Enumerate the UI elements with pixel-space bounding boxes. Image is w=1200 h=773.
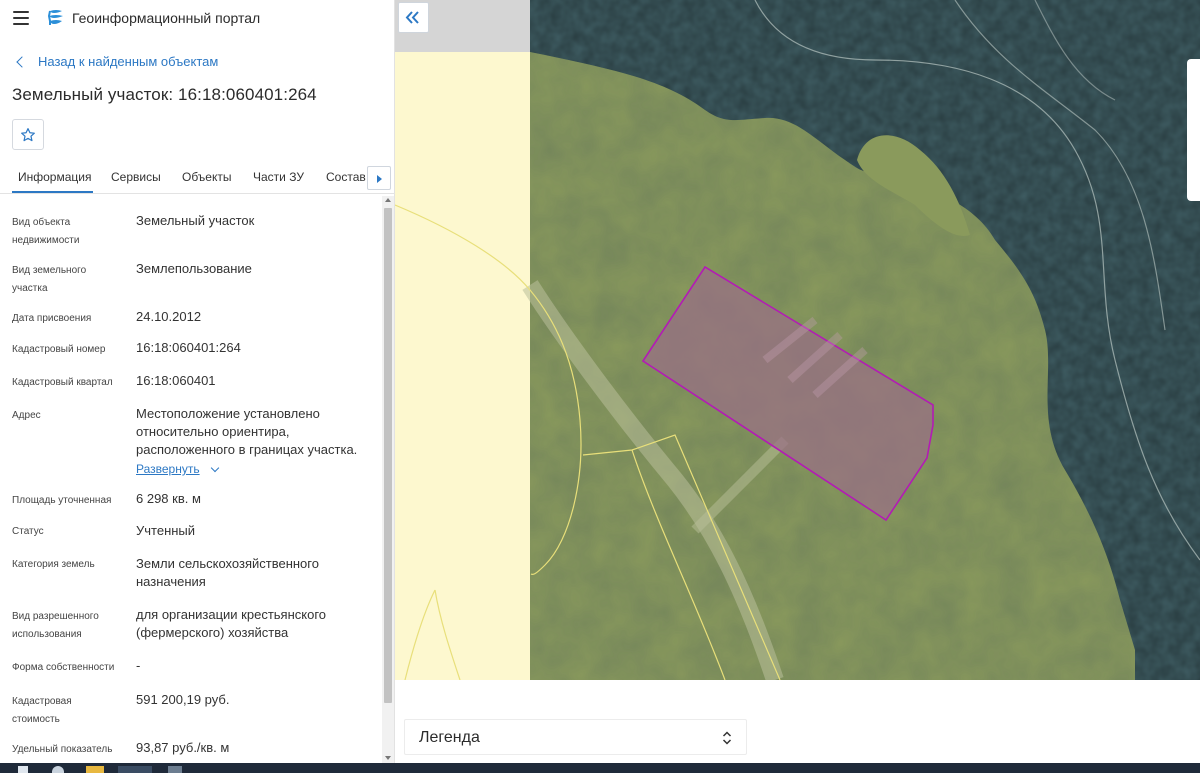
star-outline-icon	[21, 127, 35, 141]
property-label: Дата присвоения	[12, 313, 92, 324]
property-value: 591 200,19 руб.	[136, 692, 230, 707]
favorite-button[interactable]	[12, 119, 44, 150]
tab-information[interactable]: Информация	[18, 170, 91, 184]
property-label: Кадастровый квартал	[12, 377, 113, 388]
property-label: Вид земельного участка	[12, 265, 87, 294]
cream-zone	[395, 52, 530, 680]
property-label: Удельный показатель	[12, 744, 113, 755]
property-value: 6 298 кв. м	[136, 491, 201, 506]
search-icon[interactable]	[52, 766, 64, 773]
double-chevron-left-icon	[405, 11, 419, 24]
property-value: Местоположение установлено относительно …	[136, 406, 358, 457]
scroll-thumb[interactable]	[384, 208, 392, 703]
side-toolbar-handle[interactable]	[1187, 59, 1200, 201]
tab-parts[interactable]: Части ЗУ	[253, 170, 304, 184]
expand-address-link[interactable]: Развернуть	[136, 462, 219, 476]
collapse-panel-button[interactable]	[398, 2, 429, 33]
property-value: 93,87 руб./кв. м	[136, 740, 230, 755]
property-label: Статус	[12, 526, 44, 537]
hamburger-icon[interactable]	[13, 11, 29, 25]
property-label: Площадь уточненная	[12, 495, 112, 506]
active-tab-indicator	[12, 191, 93, 193]
info-panel: Геоинформационный портал Назад к найденн…	[0, 0, 395, 763]
property-label: Адрес	[12, 410, 41, 421]
property-list-scrollbar[interactable]	[382, 196, 394, 763]
property-list: Вид объекта недвижимости Земельный участ…	[0, 196, 382, 763]
property-label: Форма собственности	[12, 662, 115, 673]
satellite-map	[395, 0, 1200, 680]
property-value: Учтенный	[136, 523, 196, 538]
property-label: Кадастровая стоимость	[12, 696, 72, 725]
page-title: Земельный участок: 16:18:060401:264	[12, 85, 317, 104]
app-icon[interactable]	[168, 766, 182, 773]
property-label: Вид разрешенного использования	[12, 611, 99, 640]
header: Геоинформационный портал	[0, 0, 395, 36]
property-value: 16:18:060401:264	[136, 340, 241, 355]
property-label: Категория земель	[12, 559, 95, 570]
tab-bar: Информация Сервисы Объекты Части ЗУ Сост…	[0, 160, 395, 194]
start-icon[interactable]	[18, 766, 28, 773]
scroll-down-icon[interactable]	[385, 756, 391, 760]
app-window: Геоинформационный портал Назад к найденн…	[0, 0, 1200, 773]
tab-composition[interactable]: Состав	[326, 170, 366, 184]
property-value: для организации крестьянского (фермерско…	[136, 607, 327, 640]
portal-logo	[47, 10, 63, 25]
property-label: Вид объекта недвижимости	[12, 217, 80, 246]
property-label: Кадастровый номер	[12, 344, 106, 355]
updown-chevron-icon	[722, 731, 732, 745]
back-to-results-link[interactable]: Назад к найденным объектам	[14, 54, 218, 69]
legend-dropdown[interactable]: Легенда	[404, 719, 747, 755]
property-value: -	[136, 658, 141, 673]
property-value: 24.10.2012	[136, 309, 202, 324]
chevron-down-icon	[210, 463, 219, 472]
legend-label: Легенда	[419, 729, 480, 746]
scroll-up-icon[interactable]	[385, 198, 391, 202]
browser-icon[interactable]	[118, 766, 152, 773]
chevron-left-icon	[16, 55, 28, 68]
tab-objects[interactable]: Объекты	[182, 170, 232, 184]
expand-link-label: Развернуть	[136, 462, 200, 476]
folder-icon[interactable]	[86, 766, 104, 773]
tab-services[interactable]: Сервисы	[111, 170, 161, 184]
app-title: Геоинформационный портал	[72, 10, 261, 26]
arrow-right-icon[interactable]	[367, 166, 391, 190]
back-link-label: Назад к найденным объектам	[38, 54, 219, 69]
property-value: Земли сельскохозяйственного назначения	[136, 556, 319, 589]
property-value: Земельный участок	[136, 213, 255, 228]
property-value: 16:18:060401	[136, 373, 216, 388]
property-value: Землепользование	[136, 261, 252, 276]
map-canvas[interactable]	[395, 0, 1200, 680]
